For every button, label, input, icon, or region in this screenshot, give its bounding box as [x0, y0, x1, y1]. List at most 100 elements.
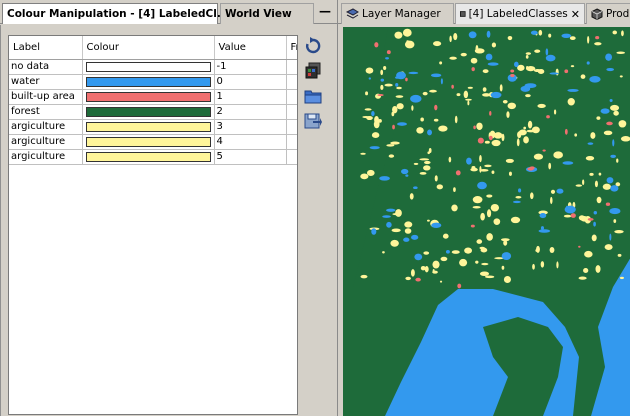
agriculture-patch [535, 249, 540, 252]
colour-swatch[interactable] [85, 76, 211, 87]
row-label[interactable]: forest [9, 104, 83, 120]
agriculture-patch [433, 118, 439, 122]
row-value[interactable]: -1 [214, 59, 287, 75]
tab-product[interactable]: Produ [586, 3, 630, 24]
tab-world-view[interactable]: World View [220, 3, 314, 24]
lake-patch [414, 253, 423, 261]
row-value[interactable]: 2 [214, 104, 287, 120]
row-colour[interactable] [82, 104, 215, 120]
colour-swatch[interactable] [85, 61, 211, 72]
lake-patch [395, 83, 399, 87]
row-label[interactable]: no data [9, 59, 83, 75]
tab-layer-manager[interactable]: Layer Manager [341, 3, 454, 24]
open-folder-button[interactable] [303, 85, 323, 107]
agriculture-patch [490, 203, 500, 212]
lake-patch [411, 234, 419, 240]
colour-swatch[interactable] [85, 106, 211, 117]
table-row[interactable]: built-up area 1 [9, 89, 297, 105]
table-row[interactable]: no data -1 [9, 59, 297, 75]
labeled-classes-map[interactable] [343, 27, 630, 416]
row-colour[interactable] [82, 59, 215, 75]
table-row[interactable]: argiculture 3 [9, 119, 297, 135]
tab-colour-manipulation[interactable]: Colour Manipulation - [4] LabeledCl... ✕ [2, 3, 238, 24]
import-colours-button[interactable] [303, 60, 323, 82]
agriculture-patch [482, 93, 491, 97]
agriculture-patch [429, 89, 437, 93]
row-value[interactable]: 4 [214, 134, 287, 150]
table-row[interactable]: argiculture 5 [9, 149, 297, 165]
agriculture-patch [619, 75, 623, 78]
agriculture-patch [382, 251, 385, 254]
column-header-extra[interactable]: Fr [286, 36, 297, 60]
agriculture-patch [482, 87, 487, 92]
tab-labeled-classes[interactable]: [4] LabeledClasses ✕ [455, 3, 585, 24]
lake-patch [538, 229, 551, 233]
minimize-button[interactable]: — [317, 4, 333, 18]
agriculture-patch [523, 126, 527, 130]
agriculture-patch [420, 266, 426, 271]
lake-patch [501, 252, 512, 260]
agriculture-patch [584, 250, 593, 258]
close-icon[interactable]: ✕ [571, 8, 580, 21]
agriculture-patch [383, 65, 387, 70]
column-header-label[interactable]: Label [9, 36, 83, 60]
table-row[interactable]: water 0 [9, 74, 297, 90]
agriculture-patch [410, 269, 415, 277]
agriculture-patch [570, 65, 575, 68]
agriculture-patch [423, 165, 431, 171]
row-value[interactable]: 3 [214, 119, 287, 135]
agriculture-patch [471, 165, 476, 169]
lake-patch [477, 181, 487, 190]
reset-button[interactable] [303, 35, 323, 57]
row-value[interactable]: 5 [214, 149, 287, 165]
row-colour[interactable] [82, 119, 215, 135]
row-value[interactable]: 1 [214, 89, 287, 105]
agriculture-patch [502, 100, 508, 104]
row-colour[interactable] [82, 74, 215, 90]
agriculture-patch [563, 214, 572, 218]
lake-patch [524, 83, 537, 89]
agriculture-patch [486, 209, 492, 218]
lake-patch [368, 77, 371, 80]
row-value[interactable]: 0 [214, 74, 287, 90]
built-up-patch [546, 115, 550, 119]
agriculture-patch [384, 83, 393, 87]
agriculture-patch [548, 33, 552, 38]
lake-patch [410, 94, 422, 103]
agriculture-patch [616, 51, 626, 54]
column-header-colour[interactable]: Colour [82, 36, 215, 60]
agriculture-patch [575, 184, 582, 187]
table-row[interactable]: forest 2 [9, 104, 297, 120]
row-label[interactable]: argiculture [9, 149, 83, 165]
lake-patch [490, 91, 502, 99]
agriculture-patch [621, 30, 624, 37]
agriculture-patch [453, 187, 456, 192]
row-colour[interactable] [82, 134, 215, 150]
built-up-patch [587, 218, 594, 221]
agriculture-patch [396, 86, 402, 90]
row-colour[interactable] [82, 89, 215, 105]
lake-patch [371, 228, 377, 235]
colour-swatch[interactable] [85, 151, 211, 162]
agriculture-patch [530, 192, 534, 200]
colour-swatch[interactable] [85, 91, 211, 102]
import-colours-icon [305, 62, 321, 79]
agriculture-patch [491, 139, 501, 147]
colour-swatch[interactable] [85, 121, 211, 132]
agriculture-patch [603, 130, 613, 136]
row-label[interactable]: argiculture [9, 134, 83, 150]
row-label[interactable]: argiculture [9, 119, 83, 135]
lake-patch [440, 78, 443, 85]
built-up-patch [434, 104, 438, 111]
colour-swatch[interactable] [85, 136, 211, 147]
agriculture-patch [550, 196, 553, 205]
lake-patch [593, 221, 596, 227]
row-label[interactable]: built-up area [9, 89, 83, 105]
agriculture-patch [553, 151, 563, 159]
table-row[interactable]: argiculture 4 [9, 134, 297, 150]
agriculture-patch [480, 212, 485, 221]
export-button[interactable] [303, 110, 323, 132]
row-label[interactable]: water [9, 74, 83, 90]
column-header-value[interactable]: Value [214, 36, 287, 60]
row-colour[interactable] [82, 149, 215, 165]
